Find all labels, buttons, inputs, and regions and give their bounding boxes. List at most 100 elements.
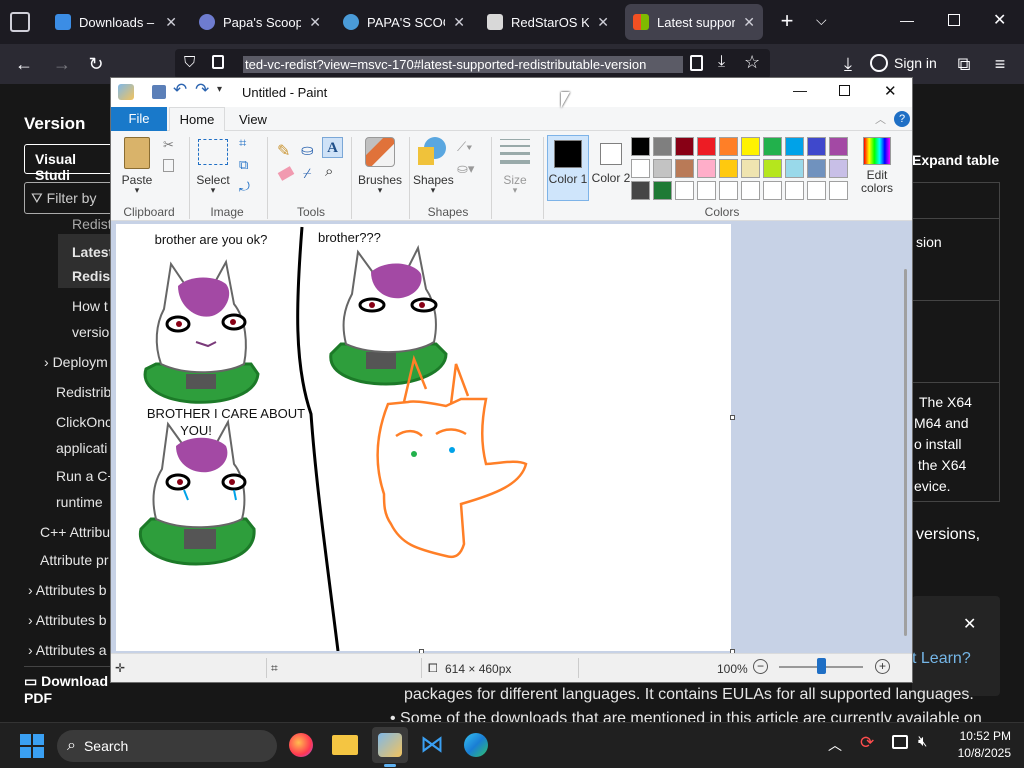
palette-color-swatch[interactable] bbox=[697, 159, 716, 178]
close-icon[interactable]: ✕ bbox=[884, 82, 897, 100]
nav-item[interactable]: Redistrib bbox=[56, 384, 111, 400]
zoom-out-icon[interactable]: − bbox=[753, 659, 768, 674]
palette-color-swatch[interactable] bbox=[675, 181, 694, 200]
copy-icon[interactable] bbox=[163, 159, 174, 172]
back-arrow-icon[interactable]: ← bbox=[12, 52, 36, 76]
maximize-icon[interactable] bbox=[839, 85, 850, 96]
tab-close-icon[interactable]: ✕ bbox=[453, 14, 465, 31]
version-select[interactable]: Visual Studi bbox=[24, 144, 114, 183]
save-icon[interactable] bbox=[152, 85, 166, 99]
color-picker-icon[interactable]: ⌿ bbox=[303, 165, 311, 182]
start-windows-icon[interactable] bbox=[20, 734, 44, 758]
clock-time[interactable]: 10:52 PM bbox=[945, 729, 1011, 743]
visual-studio-icon[interactable]: ⋈ bbox=[420, 733, 444, 757]
magnifier-icon[interactable]: ⌕ bbox=[325, 163, 333, 180]
forward-arrow-icon[interactable]: → bbox=[50, 52, 74, 76]
nav-item[interactable]: › Attributes b bbox=[28, 582, 107, 598]
tab-home[interactable]: Home bbox=[169, 107, 225, 132]
undo-icon[interactable]: ↶ bbox=[173, 80, 187, 100]
text-tool-icon[interactable]: A bbox=[322, 137, 343, 158]
resize-icon[interactable]: ⧉ bbox=[239, 157, 248, 173]
nav-item[interactable]: C++ Attribu bbox=[40, 524, 110, 540]
network-icon[interactable] bbox=[892, 735, 908, 749]
nav-item[interactable]: versio bbox=[72, 324, 109, 340]
palette-color-swatch[interactable] bbox=[829, 159, 848, 178]
palette-color-swatch[interactable] bbox=[631, 137, 650, 156]
file-explorer-icon[interactable] bbox=[332, 735, 358, 755]
palette-color-swatch[interactable] bbox=[631, 159, 650, 178]
close-window-icon[interactable]: ✕ bbox=[993, 10, 1006, 30]
nav-item-selected[interactable]: Latest bbox=[72, 244, 113, 260]
tab-close-icon[interactable]: ✕ bbox=[165, 14, 177, 31]
url-bar[interactable]: ⛉ ted-vc-redist?view=msvc-170#latest-sup… bbox=[175, 49, 770, 79]
zoom-in-icon[interactable]: + bbox=[875, 659, 890, 674]
nav-item[interactable]: ClickOnc bbox=[56, 414, 112, 430]
clock-date[interactable]: 10/8/2025 bbox=[945, 746, 1011, 760]
url-text[interactable]: ted-vc-redist?view=msvc-170#latest-suppo… bbox=[243, 56, 683, 73]
minimize-icon[interactable]: — bbox=[793, 82, 807, 98]
taskbar-search-box[interactable]: ⌕ Search bbox=[57, 730, 277, 762]
paste-button[interactable]: Paste ▾ bbox=[119, 137, 155, 201]
tab-overview-icon[interactable] bbox=[10, 12, 30, 32]
fill-icon[interactable]: ⛀▾ bbox=[457, 161, 474, 177]
expand-table-button[interactable]: Expand table bbox=[912, 152, 999, 168]
sign-in-button[interactable]: Sign in bbox=[870, 48, 940, 78]
nav-item-selected-line2[interactable]: Redist bbox=[72, 268, 115, 284]
save-page-icon[interactable]: ⤓ bbox=[718, 53, 725, 71]
shapes-button[interactable]: Shapes ▾ bbox=[413, 135, 454, 201]
palette-color-swatch[interactable] bbox=[785, 137, 804, 156]
brushes-button[interactable]: Brushes ▾ bbox=[355, 135, 405, 201]
palette-color-swatch[interactable] bbox=[829, 137, 848, 156]
tab-close-icon[interactable]: ✕ bbox=[309, 14, 321, 31]
bookmark-star-icon[interactable]: ☆ bbox=[744, 52, 760, 73]
file-tab[interactable]: File bbox=[111, 107, 167, 131]
help-icon[interactable]: ? bbox=[894, 111, 910, 127]
tab-view[interactable]: View bbox=[239, 112, 267, 127]
filter-input[interactable]: ⛛ Filter by bbox=[24, 182, 114, 214]
browser-tab[interactable]: PAPA'S SCOOPE ✕ bbox=[335, 4, 473, 40]
palette-color-swatch[interactable] bbox=[675, 159, 694, 178]
quick-access-dropdown-icon[interactable]: ▾ bbox=[217, 84, 222, 95]
select-button[interactable]: Select ▾ bbox=[195, 137, 231, 201]
shield-icon[interactable]: ⛉ bbox=[184, 54, 195, 71]
feedback-close-icon[interactable]: ✕ bbox=[963, 614, 976, 634]
browser-tab[interactable]: Papa's Scooperi ✕ bbox=[191, 4, 329, 40]
palette-color-swatch[interactable] bbox=[741, 137, 760, 156]
palette-color-swatch[interactable] bbox=[653, 137, 672, 156]
minimize-window-icon[interactable]: — bbox=[900, 12, 914, 28]
edge-icon[interactable] bbox=[464, 733, 488, 757]
volume-mute-icon[interactable]: 🔇︎ bbox=[918, 733, 927, 750]
list-tabs-chevron-icon[interactable]: ⌵ bbox=[816, 12, 827, 29]
tab-close-icon[interactable]: ✕ bbox=[597, 14, 609, 31]
tray-chevron-up-icon[interactable]: ︿ bbox=[828, 735, 842, 755]
nav-item[interactable]: applicati bbox=[56, 440, 107, 456]
nav-item[interactable]: How t bbox=[72, 298, 108, 314]
downloads-icon[interactable]: ⤓ bbox=[836, 52, 860, 76]
palette-color-swatch[interactable] bbox=[719, 159, 738, 178]
palette-color-swatch[interactable] bbox=[719, 137, 738, 156]
new-tab-button[interactable]: + bbox=[776, 9, 798, 33]
firefox-icon[interactable] bbox=[289, 733, 313, 757]
crop-icon[interactable]: ⌗ bbox=[239, 135, 246, 151]
palette-color-swatch[interactable] bbox=[675, 137, 694, 156]
download-pdf-link[interactable]: ▭ Download PDF bbox=[24, 666, 124, 706]
palette-color-swatch[interactable] bbox=[697, 137, 716, 156]
reload-icon[interactable]: ↻ bbox=[84, 52, 108, 76]
nav-item[interactable]: Attribute pr bbox=[40, 552, 108, 568]
nav-item[interactable]: › Deploym bbox=[44, 354, 108, 370]
restore-window-icon[interactable] bbox=[948, 14, 960, 26]
drawing-canvas[interactable]: brother are you ok? brother??? BROTHER I… bbox=[116, 224, 731, 652]
palette-color-swatch[interactable] bbox=[763, 137, 782, 156]
edit-colors-button[interactable]: Edit colors bbox=[855, 135, 899, 201]
nav-item[interactable]: › Attributes b bbox=[28, 612, 107, 628]
palette-color-swatch[interactable] bbox=[763, 181, 782, 200]
redo-icon[interactable]: ↷ bbox=[195, 80, 209, 100]
palette-color-swatch[interactable] bbox=[807, 181, 826, 200]
palette-color-swatch[interactable] bbox=[829, 181, 848, 200]
collapse-ribbon-icon[interactable]: ︿ bbox=[875, 111, 886, 127]
browser-tab[interactable]: Downloads – Or ✕ bbox=[47, 4, 185, 40]
palette-color-swatch[interactable] bbox=[631, 181, 650, 200]
nav-item[interactable]: runtime bbox=[56, 494, 103, 510]
eraser-icon[interactable] bbox=[277, 166, 295, 181]
color2-button[interactable]: Color 2 bbox=[591, 135, 631, 201]
